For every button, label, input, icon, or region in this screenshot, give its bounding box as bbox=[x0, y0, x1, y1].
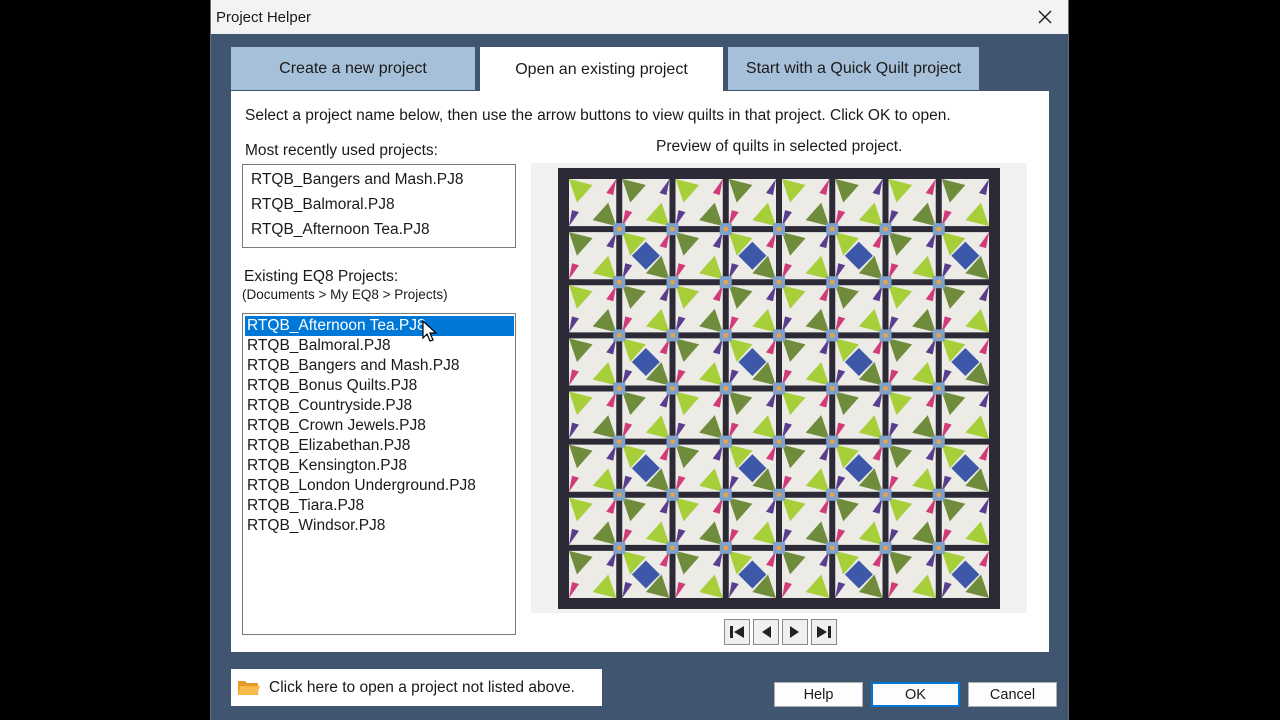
close-icon bbox=[1038, 10, 1052, 24]
previous-arrow-icon bbox=[762, 626, 771, 638]
folder-icon bbox=[238, 680, 260, 695]
next-quilt-button[interactable] bbox=[782, 619, 808, 645]
quilt-patch bbox=[830, 227, 835, 232]
help-button[interactable]: Help bbox=[774, 682, 863, 707]
last-quilt-button[interactable] bbox=[811, 619, 837, 645]
existing-project-item[interactable]: RTQB_Bangers and Mash.PJ8 bbox=[245, 356, 514, 376]
quilt-patch bbox=[723, 227, 728, 232]
quilt-patch bbox=[830, 439, 835, 444]
existing-project-item[interactable]: RTQB_Windsor.PJ8 bbox=[245, 516, 514, 536]
quilt-patch bbox=[723, 492, 728, 497]
quilt-patch bbox=[670, 386, 675, 391]
quilt-patch bbox=[617, 333, 622, 338]
skip-to-last-icon bbox=[817, 626, 831, 638]
quilt-patch bbox=[883, 492, 888, 497]
quilt-patch bbox=[777, 545, 781, 550]
tab-panel: Select a project name below, then use th… bbox=[231, 91, 1049, 652]
ok-button[interactable]: OK bbox=[871, 682, 960, 707]
quilt-patch bbox=[617, 280, 622, 285]
title-bar: Project Helper bbox=[211, 0, 1068, 34]
next-arrow-icon bbox=[790, 626, 799, 638]
quilt-patch bbox=[777, 492, 781, 497]
window-title: Project Helper bbox=[216, 9, 312, 26]
existing-project-item-selected[interactable]: RTQB_Afternoon Tea.PJ8 bbox=[245, 316, 514, 336]
existing-project-item[interactable]: RTQB_Crown Jewels.PJ8 bbox=[245, 416, 514, 436]
quilt-patch bbox=[670, 333, 675, 338]
quilt-patch bbox=[830, 280, 835, 285]
quilt-patch bbox=[936, 545, 941, 550]
open-other-project-button[interactable]: Click here to open a project not listed … bbox=[231, 669, 602, 706]
quilt-patch bbox=[777, 227, 781, 232]
previous-quilt-button[interactable] bbox=[753, 619, 779, 645]
quilt-patch bbox=[723, 280, 728, 285]
recent-projects-list[interactable]: RTQB_Bangers and Mash.PJ8 RTQB_Balmoral.… bbox=[242, 164, 516, 248]
tab-label: Start with a Quick Quilt project bbox=[745, 59, 962, 77]
preview-label: Preview of quilts in selected project. bbox=[656, 138, 903, 155]
quilt-patch bbox=[723, 333, 728, 338]
existing-projects-label: Existing EQ8 Projects: bbox=[244, 268, 399, 285]
quilt-patch bbox=[936, 333, 941, 338]
existing-project-item[interactable]: RTQB_Bonus Quilts.PJ8 bbox=[245, 376, 514, 396]
quilt-patch bbox=[936, 439, 941, 444]
cancel-button[interactable]: Cancel bbox=[968, 682, 1057, 707]
quilt-preview bbox=[531, 163, 1027, 613]
open-other-project-label: Click here to open a project not listed … bbox=[269, 678, 575, 696]
quilt-patch bbox=[617, 439, 622, 444]
quilt-patch bbox=[936, 227, 941, 232]
existing-project-item[interactable]: RTQB_Countryside.PJ8 bbox=[245, 396, 514, 416]
quilt-patch bbox=[670, 492, 675, 497]
existing-project-item[interactable]: RTQB_London Underground.PJ8 bbox=[245, 476, 514, 496]
quilt-patch bbox=[830, 492, 835, 497]
quilt-patch bbox=[777, 333, 781, 338]
quilt-patch bbox=[936, 280, 941, 285]
quilt-patch bbox=[617, 386, 622, 391]
tab-quick-quilt-project[interactable]: Start with a Quick Quilt project bbox=[728, 47, 979, 90]
existing-projects-list[interactable]: RTQB_Afternoon Tea.PJ8 RTQB_Balmoral.PJ8… bbox=[242, 313, 516, 635]
mouse-cursor-icon bbox=[422, 320, 438, 342]
quilt-preview-image bbox=[558, 168, 1000, 609]
existing-project-item[interactable]: RTQB_Tiara.PJ8 bbox=[245, 496, 514, 516]
quilt-patch bbox=[723, 439, 728, 444]
quilt-patch bbox=[670, 227, 675, 232]
existing-project-item[interactable]: RTQB_Kensington.PJ8 bbox=[245, 456, 514, 476]
first-quilt-button[interactable] bbox=[724, 619, 750, 645]
quilt-patch bbox=[883, 439, 888, 444]
tab-label: Open an existing project bbox=[515, 60, 688, 78]
quilt-patch bbox=[830, 545, 835, 550]
quilt-patch bbox=[883, 227, 888, 232]
tab-label: Create a new project bbox=[279, 59, 427, 77]
existing-projects-path: (Documents > My EQ8 > Projects) bbox=[242, 287, 448, 302]
quilt-patch bbox=[723, 545, 728, 550]
quilt-patch bbox=[670, 439, 675, 444]
tab-create-new-project[interactable]: Create a new project bbox=[231, 47, 475, 90]
existing-project-item[interactable]: RTQB_Balmoral.PJ8 bbox=[245, 336, 514, 356]
quilt-patch bbox=[777, 439, 781, 444]
recent-project-item[interactable]: RTQB_Afternoon Tea.PJ8 bbox=[251, 221, 430, 239]
quilt-patch bbox=[830, 386, 835, 391]
recent-project-item[interactable]: RTQB_Bangers and Mash.PJ8 bbox=[251, 171, 464, 189]
quilt-patch bbox=[883, 545, 888, 550]
quilt-patch bbox=[723, 386, 728, 391]
recent-projects-label: Most recently used projects: bbox=[245, 142, 438, 159]
quilt-patch bbox=[670, 280, 675, 285]
project-helper-window: Project Helper Create a new project Open… bbox=[210, 0, 1069, 720]
close-button[interactable] bbox=[1022, 0, 1068, 34]
quilt-patch bbox=[883, 280, 888, 285]
quilt-patch bbox=[936, 386, 941, 391]
quilt-patch bbox=[830, 333, 835, 338]
recent-project-item[interactable]: RTQB_Balmoral.PJ8 bbox=[251, 196, 395, 214]
quilt-patch bbox=[617, 492, 622, 497]
quilt-patch bbox=[777, 280, 781, 285]
quilt-patch bbox=[883, 333, 888, 338]
quilt-patch bbox=[617, 227, 622, 232]
quilt-patch bbox=[936, 492, 941, 497]
quilt-patch bbox=[617, 545, 622, 550]
instructions-text: Select a project name below, then use th… bbox=[245, 107, 951, 124]
quilt-patch bbox=[883, 386, 888, 391]
skip-to-first-icon bbox=[730, 626, 744, 638]
quilt-patch bbox=[670, 545, 675, 550]
quilt-patch bbox=[777, 386, 781, 391]
tab-open-existing-project[interactable]: Open an existing project bbox=[480, 47, 723, 92]
existing-project-item[interactable]: RTQB_Elizabethan.PJ8 bbox=[245, 436, 514, 456]
